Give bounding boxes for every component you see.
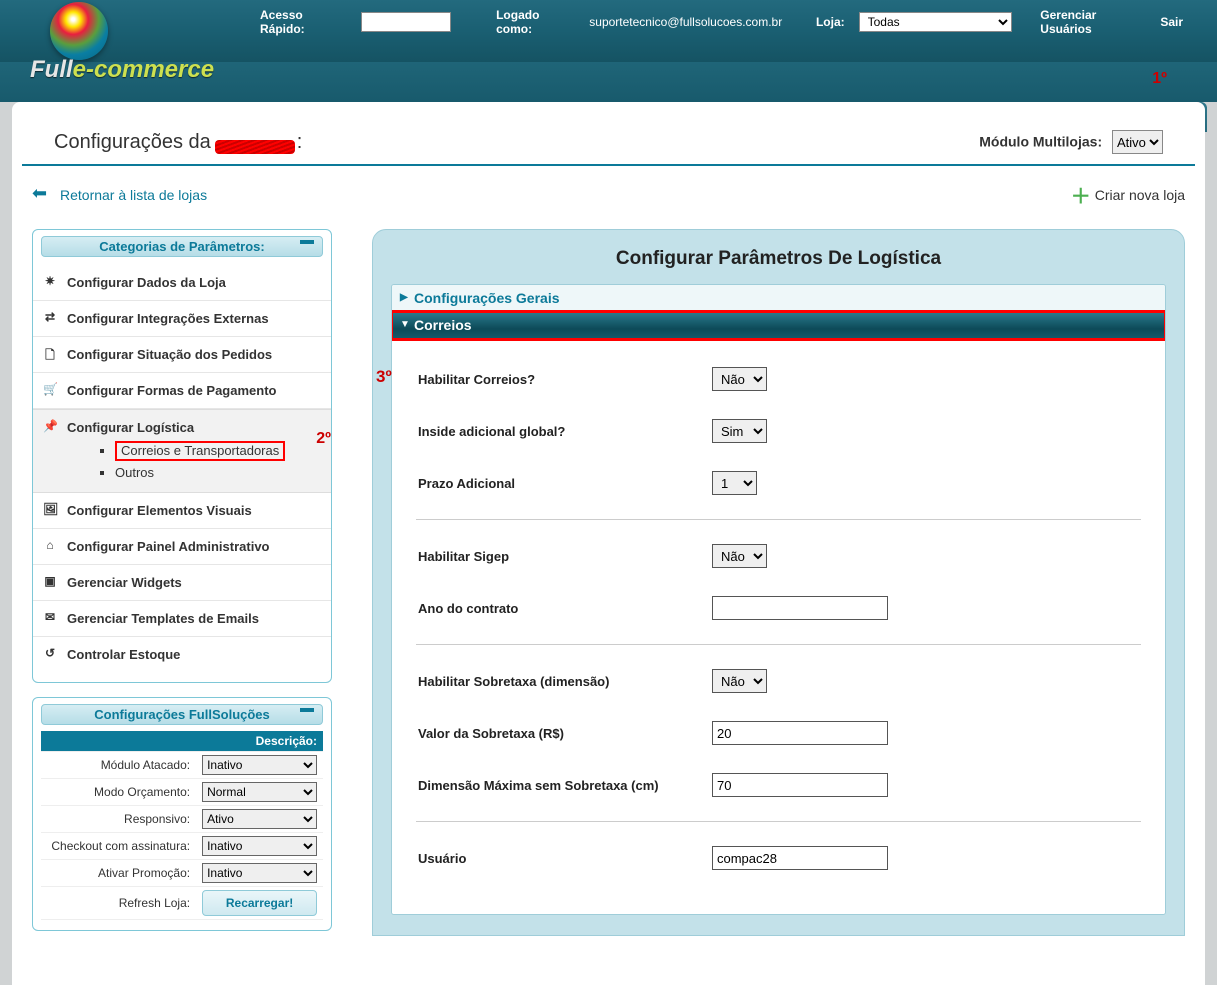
sub-correios-transportadoras[interactable]: Correios e Transportadoras — [115, 439, 319, 463]
logo: Fulle-commerce — [30, 2, 230, 90]
logged-as-label: Logado como: — [496, 8, 575, 36]
habilitar-sigep-select[interactable]: Não — [712, 544, 767, 568]
top-utility-row: Acesso Rápido: Logado como: suportetecni… — [260, 8, 1197, 36]
logo-text: Fulle-commerce — [30, 56, 230, 84]
widget-icon: ▣ — [43, 574, 57, 588]
accordion-correios[interactable]: ▼ Correios — [392, 312, 1165, 339]
fs-atacado-select[interactable]: Inativo — [202, 755, 317, 775]
gear-icon: ✷ — [43, 274, 57, 288]
accordion-body-correios: 3º Habilitar Correios? Não Inside adicio… — [392, 339, 1165, 914]
fs-row-label: Módulo Atacado: — [41, 752, 196, 779]
dimensao-max-input[interactable] — [712, 773, 888, 797]
cat-widgets[interactable]: ▣Gerenciar Widgets — [33, 565, 331, 601]
collapse-icon[interactable] — [300, 708, 314, 712]
back-arrow-icon[interactable]: ⬅ — [32, 188, 54, 202]
cat-elementos-visuais[interactable]: 🖼Configurar Elementos Visuais — [33, 493, 331, 529]
accordion-gerais[interactable]: ▶ Configurações Gerais — [392, 285, 1165, 312]
triangle-down-icon: ▼ — [400, 319, 410, 330]
page-title-suffix: : — [297, 131, 303, 154]
pin-icon: 📌 — [43, 419, 57, 433]
redacted-store-name — [215, 140, 295, 154]
multilojas-select[interactable]: Ativo — [1112, 130, 1163, 154]
sub-header: ⬅ Retornar à lista de lojas ＋ Criar nova… — [32, 180, 1185, 209]
fs-checkout-select[interactable]: Inativo — [202, 836, 317, 856]
field-label: Usuário — [402, 851, 712, 866]
field-label: Ano do contrato — [402, 601, 712, 616]
valor-sobretaxa-input[interactable] — [712, 721, 888, 745]
fs-row-label: Ativar Promoção: — [41, 860, 196, 887]
annotation-2: 2º — [316, 430, 331, 448]
categories-box-title[interactable]: Categorias de Parâmetros: — [41, 236, 323, 257]
multilojas-group: Módulo Multilojas: Ativo — [979, 130, 1163, 154]
create-store-link[interactable]: ＋ Criar nova loja — [1071, 180, 1185, 209]
cat-formas-pagamento[interactable]: 🛒Configurar Formas de Pagamento — [33, 373, 331, 409]
fs-promocao-select[interactable]: Inativo — [202, 863, 317, 883]
field-label: Habilitar Sigep — [402, 549, 712, 564]
annotation-3: 3º — [391, 367, 392, 387]
logout-link[interactable]: Sair — [1160, 15, 1183, 29]
page-header: Configurações da : Módulo Multilojas: At… — [22, 102, 1195, 166]
fs-responsivo-select[interactable]: Ativo — [202, 809, 317, 829]
cat-painel-administrativo[interactable]: ⌂Configurar Painel Administrativo — [33, 529, 331, 565]
home-icon: ⌂ — [43, 538, 57, 552]
field-label: Inside adicional global? — [402, 424, 712, 439]
cat-integracoes[interactable]: ⇄Configurar Integrações Externas — [33, 301, 331, 337]
recarregar-button[interactable]: Recarregar! — [202, 890, 317, 916]
refresh-icon: ↺ — [43, 646, 57, 660]
main-panel: Configurações da : Módulo Multilojas: At… — [12, 102, 1205, 985]
store-label: Loja: — [816, 15, 845, 29]
field-label: Habilitar Correios? — [402, 372, 712, 387]
usuario-input[interactable] — [712, 846, 888, 870]
cat-templates-emails[interactable]: ✉Gerenciar Templates de Emails — [33, 601, 331, 637]
store-select[interactable]: Todas — [859, 12, 1013, 32]
mail-icon: ✉ — [43, 610, 57, 624]
cat-dados-loja[interactable]: ✷Configurar Dados da Loja — [33, 265, 331, 301]
fs-orcamento-select[interactable]: Normal — [202, 782, 317, 802]
habilitar-correios-select[interactable]: Não — [712, 367, 767, 391]
multilojas-label: Módulo Multilojas: — [979, 134, 1102, 150]
fs-row-label: Responsivo: — [41, 806, 196, 833]
page-title-prefix: Configurações da — [54, 131, 211, 154]
cat-logistica[interactable]: 📌 Configurar Logística Correios e Transp… — [33, 409, 331, 493]
habilitar-sobretaxa-select[interactable]: Não — [712, 669, 767, 693]
cart-icon: 🛒 — [43, 382, 57, 396]
parameters-panel: Configurar Parâmetros De Logística ▶ Con… — [372, 229, 1185, 936]
ano-contrato-input[interactable] — [712, 596, 888, 620]
quick-access-input[interactable] — [361, 12, 451, 32]
sync-icon: ⇄ — [43, 310, 57, 324]
inside-adicional-select[interactable]: Sim — [712, 419, 767, 443]
fullsolucoes-box: Configurações FullSoluções Descrição: Mó… — [32, 697, 332, 931]
fullsolucoes-box-title[interactable]: Configurações FullSoluções — [41, 704, 323, 725]
top-bar: Fulle-commerce Acesso Rápido: Logado com… — [0, 0, 1217, 62]
sub-outros[interactable]: Outros — [115, 463, 319, 482]
triangle-right-icon: ▶ — [400, 292, 408, 303]
field-label: Valor da Sobretaxa (R$) — [402, 726, 712, 741]
field-label: Habilitar Sobretaxa (dimensão) — [402, 674, 712, 689]
fs-desc-header: Descrição: — [41, 731, 323, 752]
image-icon: 🖼 — [43, 502, 57, 516]
field-label: Prazo Adicional — [402, 476, 712, 491]
panel-title: Configurar Parâmetros De Logística — [391, 242, 1166, 284]
cat-situacao-pedidos[interactable]: 🗋Configurar Situação dos Pedidos — [33, 337, 331, 373]
fs-row-label: Modo Orçamento: — [41, 779, 196, 806]
cat-estoque[interactable]: ↺Controlar Estoque — [33, 637, 331, 672]
file-icon: 🗋 — [43, 346, 57, 360]
prazo-adicional-select[interactable]: 1 — [712, 471, 757, 495]
categories-box: Categorias de Parâmetros: ✷Configurar Da… — [32, 229, 332, 683]
logo-ball-icon — [50, 2, 108, 60]
fs-row-label: Checkout com assinatura: — [41, 833, 196, 860]
collapse-icon[interactable] — [300, 240, 314, 244]
quick-access-label: Acesso Rápido: — [260, 8, 347, 36]
logged-as-user: suportetecnico@fullsolucoes.com.br — [589, 15, 782, 29]
plus-icon: ＋ — [1071, 180, 1091, 209]
manage-users-link[interactable]: Gerenciar Usuários — [1040, 8, 1146, 36]
field-label: Dimensão Máxima sem Sobretaxa (cm) — [402, 778, 712, 793]
annotation-1: 1º — [1152, 70, 1167, 88]
back-link[interactable]: Retornar à lista de lojas — [60, 187, 207, 203]
